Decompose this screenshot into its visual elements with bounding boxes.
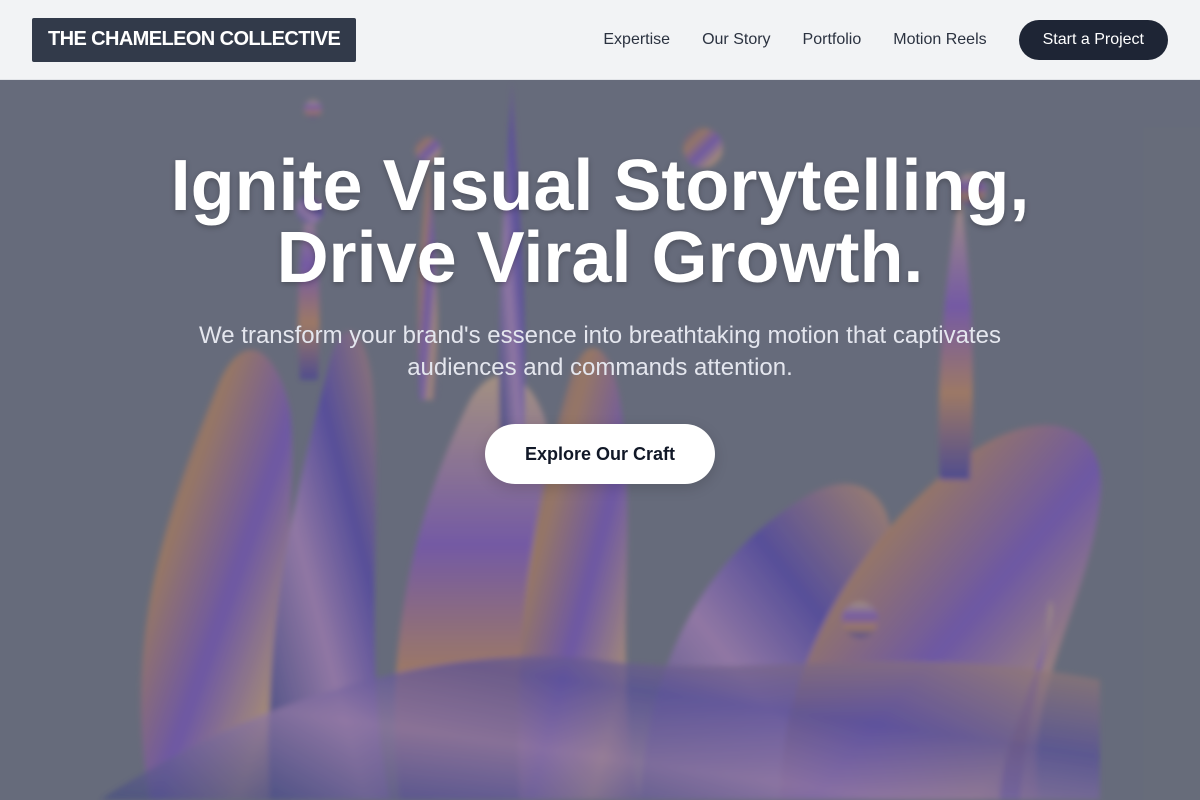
landing-page: THE CHAMELEON COLLECTIVE Expertise Our S… (0, 0, 1200, 800)
hero-title-line-1: Ignite Visual Storytelling, (170, 146, 1030, 226)
start-project-button[interactable]: Start a Project (1018, 19, 1168, 60)
main-nav: Expertise Our Story Portfolio Motion Ree… (603, 19, 1168, 60)
nav-link-portfolio[interactable]: Portfolio (803, 31, 862, 49)
nav-link-motion-reels[interactable]: Motion Reels (893, 31, 986, 49)
site-logo[interactable]: THE CHAMELEON COLLECTIVE (32, 17, 357, 62)
hero-subtitle: We transform your brand's essence into b… (199, 322, 1001, 381)
hero-content: Ignite Visual Storytelling, Drive Viral … (0, 150, 1200, 484)
hero-title: Ignite Visual Storytelling, Drive Viral … (0, 150, 1200, 294)
explore-craft-button[interactable]: Explore Our Craft (484, 424, 716, 484)
hero-title-line-2: Drive Viral Growth. (276, 218, 924, 298)
nav-link-expertise[interactable]: Expertise (603, 31, 670, 49)
nav-link-our-story[interactable]: Our Story (702, 31, 770, 49)
site-header: THE CHAMELEON COLLECTIVE Expertise Our S… (0, 0, 1200, 80)
